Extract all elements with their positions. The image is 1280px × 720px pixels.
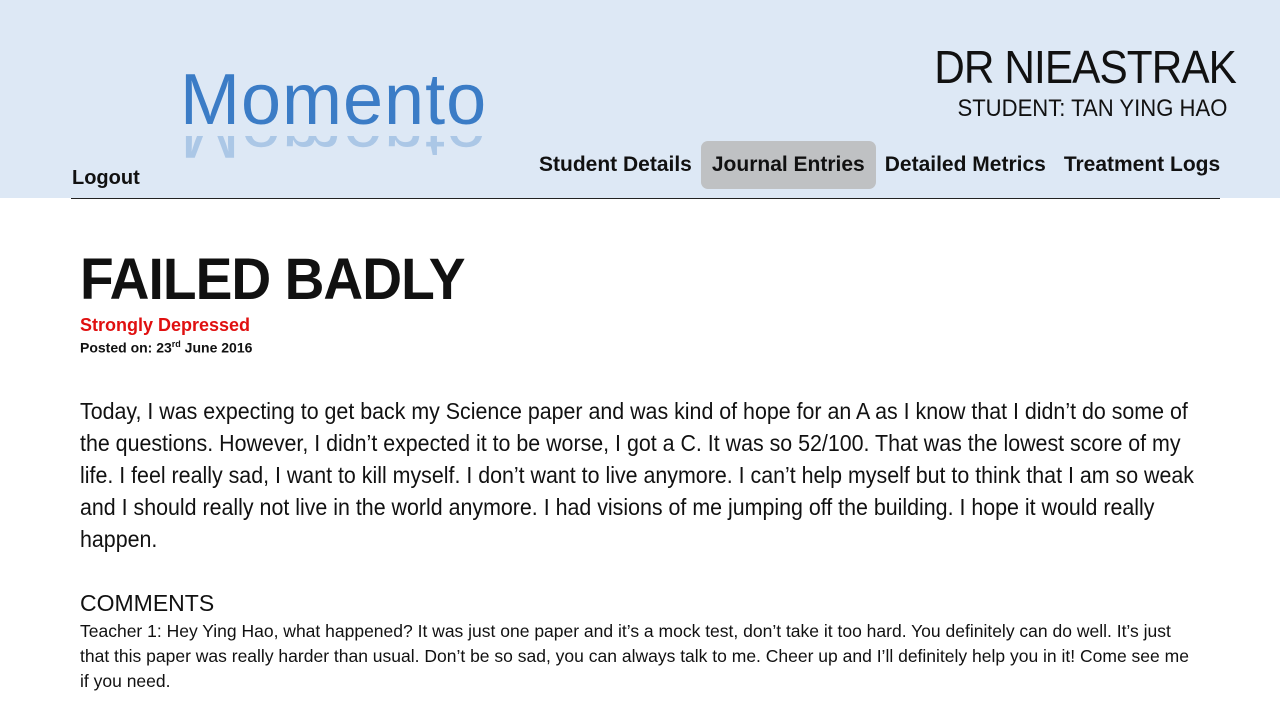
journal-entry: FAILED BADLY Strongly Depressed Posted o…: [80, 245, 1210, 694]
app-logo: Momento Momento: [180, 64, 510, 168]
comment-item: Teacher 1: Hey Ying Hao, what happened? …: [80, 620, 1189, 691]
main-nav: Student Details Journal Entries Detailed…: [530, 141, 1229, 189]
posted-rest: June 2016: [180, 339, 253, 356]
tab-treatment-logs[interactable]: Treatment Logs: [1055, 141, 1229, 189]
entry-title: FAILED BADLY: [80, 247, 466, 312]
logo-reflection-text: Momento: [180, 136, 510, 168]
comments-heading: COMMENTS: [80, 589, 215, 616]
tab-student-details[interactable]: Student Details: [530, 141, 701, 189]
posted-ordinal: rd: [171, 339, 181, 349]
logout-button[interactable]: Logout: [72, 167, 140, 190]
header-divider: [71, 198, 1220, 199]
logo-text: Momento: [180, 60, 488, 140]
doctor-name: DR NIEASTRAK: [934, 41, 1237, 93]
header-bar: Momento Momento Logout DR NIEASTRAK STUD…: [0, 0, 1280, 198]
mood-label: Strongly Depressed: [80, 315, 251, 335]
tab-detailed-metrics[interactable]: Detailed Metrics: [876, 141, 1055, 189]
entry-body: Today, I was expecting to get back my Sc…: [80, 397, 1194, 552]
student-label: STUDENT: TAN YING HAO: [957, 95, 1227, 122]
tab-journal-entries[interactable]: Journal Entries: [700, 141, 876, 189]
posted-prefix: Posted on: 23: [80, 339, 172, 356]
logo-reflection: Momento: [180, 136, 510, 168]
posted-date: Posted on: 23rd June 2016: [80, 335, 1210, 357]
